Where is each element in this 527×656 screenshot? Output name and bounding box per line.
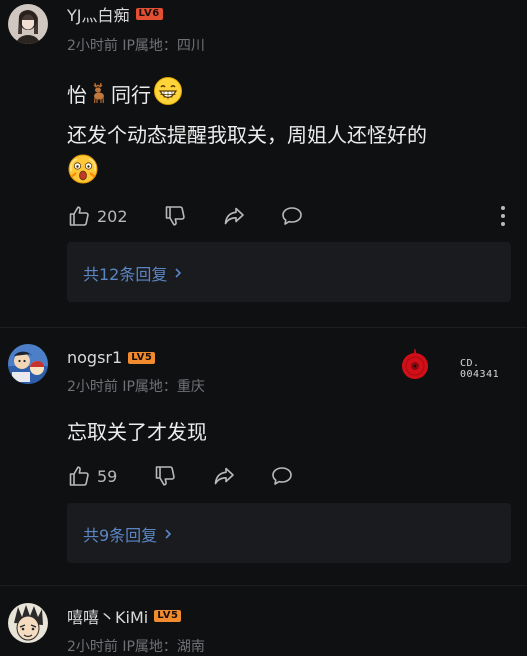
replies-box: 共9条回复	[67, 503, 511, 563]
avatar[interactable]	[8, 4, 48, 44]
like-count: 59	[97, 466, 118, 486]
share-button[interactable]	[212, 463, 236, 489]
comment-meta: 2小时前 IP属地：四川	[67, 38, 205, 54]
avatar[interactable]	[8, 603, 48, 643]
comment-meta: 2小时前 IP属地：重庆	[67, 379, 205, 395]
comment-actions: 59	[67, 463, 511, 489]
thumbs-down-icon	[165, 206, 185, 226]
replies-count: 共12条回复	[83, 265, 168, 284]
record-icon	[402, 349, 428, 379]
chevron-right-icon	[165, 529, 172, 539]
cd-label: CD. 004341	[460, 358, 499, 380]
share-button[interactable]	[222, 203, 246, 229]
username[interactable]: YJ灬白痴	[67, 2, 130, 26]
vinyl-record-decoration	[400, 348, 430, 380]
reply-button[interactable]	[270, 463, 294, 489]
comment-line-2: 还发个动态提醒我取关，周姐人还怪好的	[67, 123, 427, 147]
username-row: YJ灬白痴 LV6	[67, 2, 163, 26]
username-row: nogsr1 LV5	[67, 348, 156, 367]
comment-line-3	[67, 153, 427, 196]
like-button[interactable]: 202	[67, 203, 128, 229]
view-replies-link[interactable]: 共12条回复	[83, 261, 183, 285]
comment-text: 忘取关了才发现	[67, 420, 207, 444]
view-replies-link[interactable]: 共9条回复	[83, 522, 173, 546]
cd-label-line-2: 004341	[460, 369, 500, 380]
grin-emoji	[153, 76, 183, 117]
level-badge: LV5	[154, 610, 182, 622]
dislike-button[interactable]	[153, 463, 177, 489]
thumbs-down-icon	[155, 466, 175, 486]
username-row: 嘻嘻丶KiMi LV5	[67, 604, 182, 628]
like-count: 202	[97, 206, 128, 226]
cd-label-line-1: CD.	[460, 358, 480, 369]
username[interactable]: nogsr1	[67, 348, 122, 367]
thumbs-up-icon	[69, 206, 89, 226]
replies-box: 共12条回复	[67, 242, 511, 302]
reply-button[interactable]	[280, 203, 304, 229]
comment-1: YJ灬白痴 LV6 2小时前 IP属地：四川 怡 同行 还发个动态提醒我取关，周…	[0, 0, 527, 325]
comment-meta: 2小时前 IP属地：湖南	[67, 639, 205, 655]
scared-emoji	[67, 153, 99, 196]
level-badge: LV5	[128, 351, 156, 364]
share-icon	[214, 467, 234, 485]
comment-icon	[282, 207, 302, 225]
comment-text: 怡 同行 还发个动态提醒我取关，周姐人还怪好的	[67, 76, 427, 196]
comment-2: nogsr1 LV5 2小时前 IP属地：重庆 CD. 004341 忘取关了才…	[0, 328, 527, 583]
share-icon	[224, 207, 244, 225]
like-button[interactable]: 59	[67, 463, 117, 489]
comment-line-1: 怡 同行	[67, 76, 427, 117]
avatar[interactable]	[8, 344, 48, 384]
chevron-right-icon	[175, 268, 182, 278]
dislike-button[interactable]	[163, 203, 187, 229]
more-button[interactable]	[495, 203, 511, 229]
replies-count: 共9条回复	[83, 526, 158, 545]
comment-3: 嘻嘻丶KiMi LV5 2小时前 IP属地：湖南	[0, 586, 527, 655]
comment-actions: 202	[67, 203, 511, 229]
username[interactable]: 嘻嘻丶KiMi	[67, 604, 148, 628]
deer-emoji	[87, 79, 111, 115]
level-badge: LV6	[135, 8, 163, 20]
comment-icon	[272, 467, 292, 485]
thumbs-up-icon	[69, 466, 89, 486]
more-icon	[501, 206, 505, 226]
